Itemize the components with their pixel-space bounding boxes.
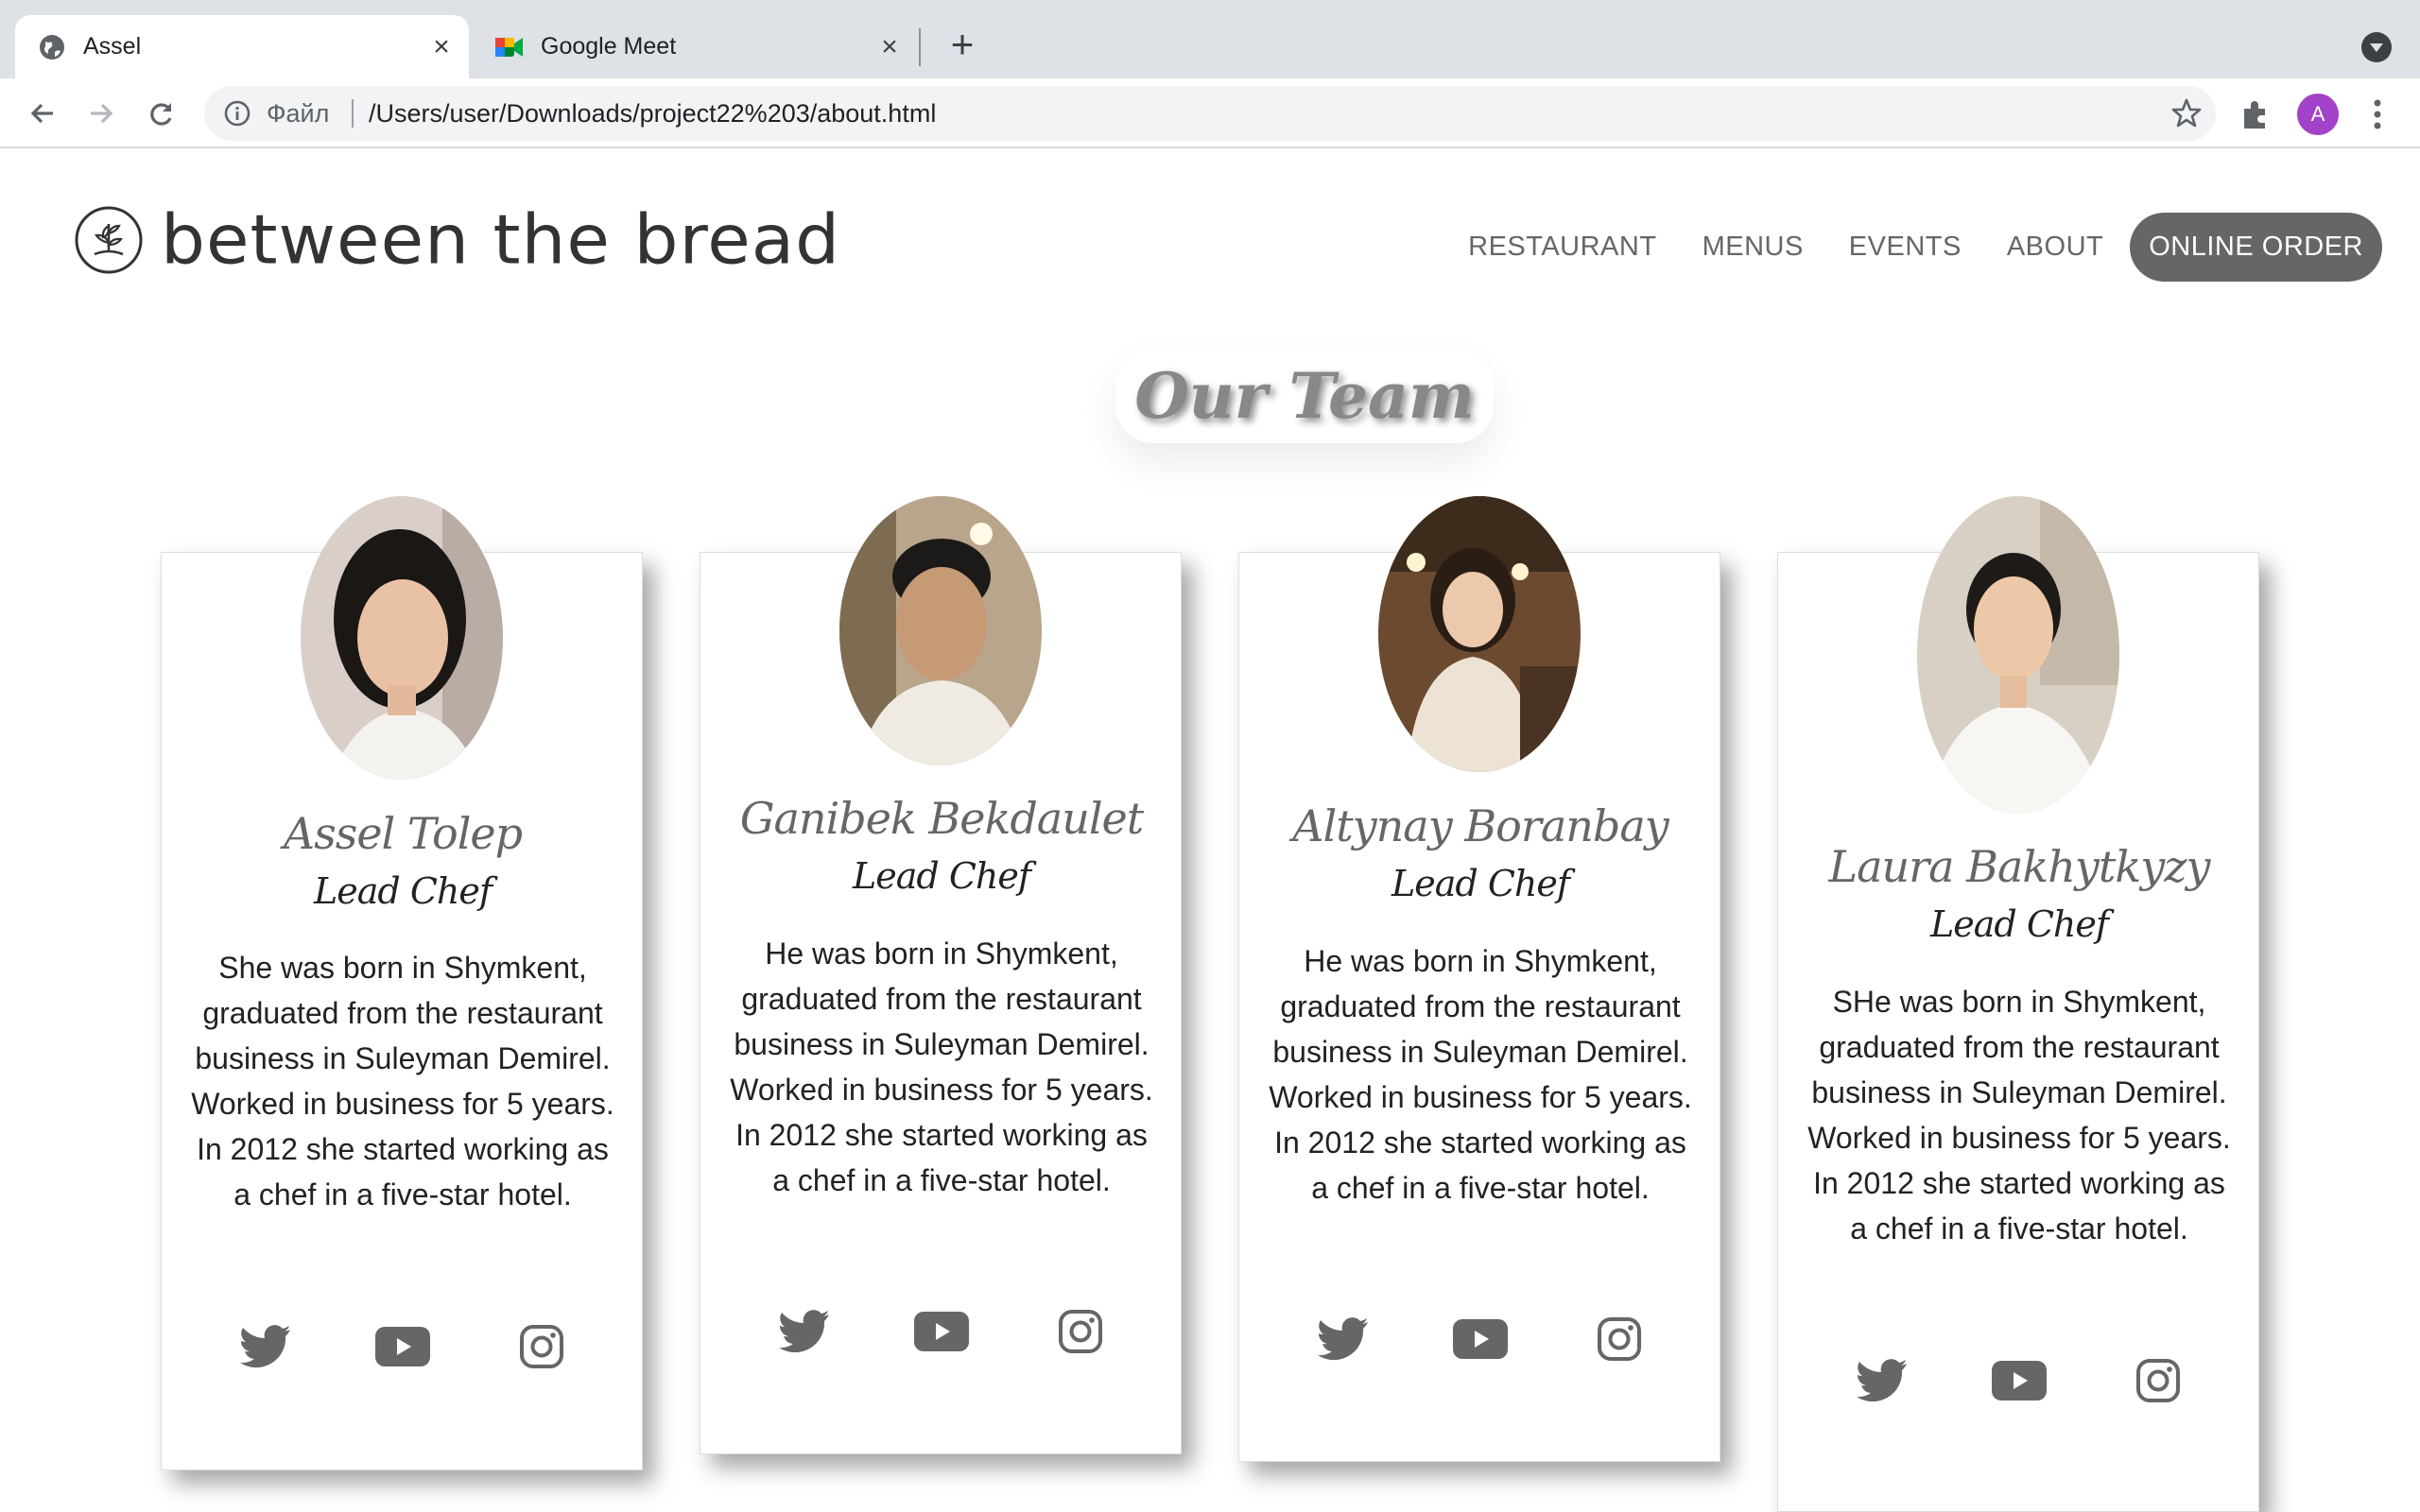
team-member-photo (1378, 496, 1581, 772)
team-member-photo (1917, 496, 2119, 814)
info-icon[interactable] (223, 99, 251, 128)
youtube-icon[interactable] (374, 1318, 431, 1375)
globe-icon (38, 33, 66, 61)
team-member-photo (839, 496, 1042, 765)
close-tab-icon[interactable]: × (875, 32, 904, 61)
new-tab-button[interactable]: + (943, 25, 981, 64)
youtube-icon[interactable] (1452, 1311, 1509, 1367)
address-bar[interactable]: Файл /Users/user/Downloads/project22%203… (204, 86, 2216, 141)
back-button[interactable] (23, 94, 62, 133)
extensions-puzzle-icon[interactable] (2238, 97, 2273, 131)
member-bio: SHe was born in Shymkent, graduated from… (1807, 985, 2231, 1246)
tab-title: Google Meet (541, 33, 677, 60)
reload-icon (150, 103, 172, 126)
instagram-icon[interactable] (1052, 1303, 1109, 1360)
tab-assel[interactable]: Assel × (15, 15, 469, 78)
instagram-icon[interactable] (1591, 1311, 1648, 1367)
member-role: Lead Chef (314, 870, 493, 912)
member-role: Lead Chef (1392, 863, 1570, 904)
team-card: Altynay Boranbay Lead Chef He was born i… (1238, 496, 1721, 1462)
team-card: Assel Tolep Lead Chef She was born in Sh… (161, 496, 644, 1470)
social-links (1778, 1352, 2260, 1409)
twitter-icon[interactable] (1315, 1311, 1372, 1367)
nav-menus[interactable]: MENUS (1703, 232, 1804, 263)
omnibox-divider (352, 99, 354, 128)
instagram-icon[interactable] (2130, 1352, 2187, 1409)
social-links (1239, 1311, 1721, 1367)
tab-search-icon[interactable] (2361, 32, 2392, 62)
site-logo-text[interactable]: between the bread (161, 200, 840, 280)
more-menu-icon[interactable] (2363, 94, 2392, 135)
twitter-icon[interactable] (237, 1318, 294, 1375)
scheme-label: Файл (267, 99, 330, 128)
tab-title: Assel (83, 33, 142, 60)
youtube-icon[interactable] (1991, 1352, 2048, 1409)
team-card: Ganibek Bekdaulet Lead Chef He was born … (700, 496, 1183, 1454)
google-meet-icon (495, 33, 524, 61)
browser-toolbar: Файл /Users/user/Downloads/project22%203… (0, 78, 2420, 148)
url-text[interactable]: /Users/user/Downloads/project22%203/abou… (369, 99, 936, 129)
social-links (700, 1303, 1183, 1360)
nav-about[interactable]: ABOUT (2007, 232, 2103, 263)
member-bio: He was born in Shymkent, graduated from … (730, 936, 1153, 1197)
page-content: between the bread RESTAURANT MENUS EVENT… (0, 150, 2420, 1512)
nav-restaurant[interactable]: RESTAURANT (1468, 232, 1656, 263)
forward-button[interactable] (81, 94, 121, 133)
back-arrow-icon (30, 103, 53, 124)
team-card: Laura Bakhytkyzy Lead Chef SHe was born … (1777, 496, 2260, 1512)
tab-separator (919, 28, 921, 66)
member-name: Ganibek Bekdaulet (739, 793, 1145, 844)
nav-events[interactable]: EVENTS (1849, 232, 1962, 263)
profile-avatar[interactable]: A (2297, 94, 2339, 135)
member-role: Lead Chef (853, 855, 1031, 897)
member-bio: She was born in Shymkent, graduated from… (191, 951, 614, 1211)
online-order-button[interactable]: ONLINE ORDER (2130, 213, 2382, 282)
tab-strip: Assel × Google Meet × + (0, 0, 2420, 78)
social-links (162, 1318, 644, 1375)
close-tab-icon[interactable]: × (427, 32, 456, 61)
member-name: Assel Tolep (283, 808, 523, 859)
member-name: Altynay Boranbay (1292, 800, 1668, 851)
youtube-icon[interactable] (913, 1303, 970, 1360)
forward-arrow-icon (91, 103, 113, 124)
instagram-icon[interactable] (513, 1318, 570, 1375)
site-nav: RESTAURANT MENUS EVENTS ABOUT ONLINE ORD… (1423, 213, 2382, 282)
bookmark-star-icon[interactable] (2170, 97, 2203, 129)
tab-google-meet[interactable]: Google Meet × (473, 15, 917, 78)
page-title: Our Team (1134, 359, 1475, 433)
team-member-photo (301, 496, 503, 780)
twitter-icon[interactable] (1854, 1352, 1910, 1409)
member-name: Laura Bakhytkyzy (1828, 841, 2211, 892)
member-bio: He was born in Shymkent, graduated from … (1269, 944, 1692, 1205)
leaf-logo-icon[interactable] (74, 205, 144, 275)
member-role: Lead Chef (1930, 903, 2109, 945)
reload-button[interactable] (142, 94, 182, 133)
twitter-icon[interactable] (776, 1303, 833, 1360)
